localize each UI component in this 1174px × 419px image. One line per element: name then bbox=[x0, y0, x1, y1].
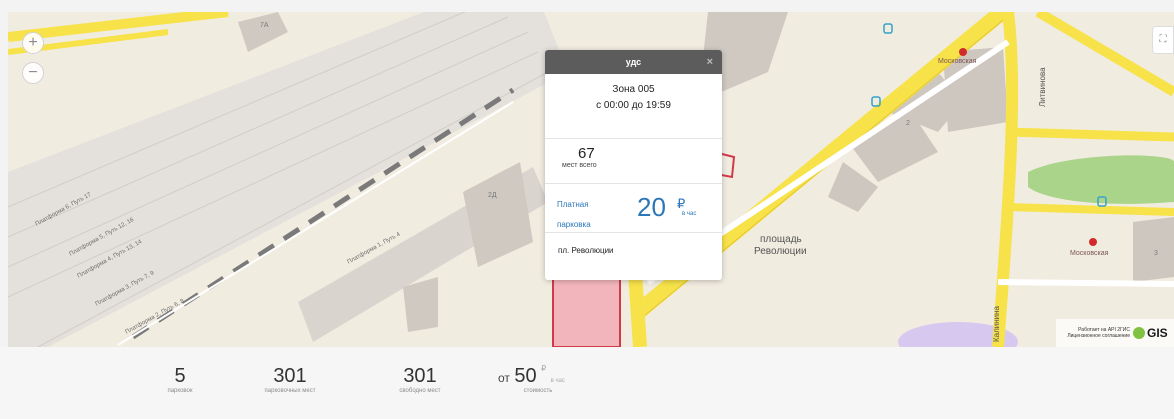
map-attribution[interactable]: Работает на API 2ГИС Лицензионное соглаш… bbox=[1056, 319, 1174, 347]
cost-prefix: от bbox=[498, 371, 510, 385]
close-icon[interactable]: × bbox=[707, 50, 713, 74]
fullscreen-icon[interactable]: ⛶ bbox=[1152, 26, 1174, 54]
stat-value: 301 bbox=[273, 365, 307, 387]
gis-logo-text: GIS bbox=[1147, 326, 1168, 340]
popup-price: Платная парковка 20 ₽ в час bbox=[545, 184, 722, 232]
stat-parkings: 5 парковок bbox=[158, 364, 202, 394]
zone-name: Зона 005 bbox=[612, 84, 655, 95]
stat-cost: от 50 ₽ в час стоимость bbox=[498, 364, 598, 394]
price-value: 20 bbox=[637, 192, 666, 222]
gis-logo: GIS bbox=[1133, 326, 1168, 340]
parking-kind: Платная парковка bbox=[557, 195, 607, 235]
zoom-in-button[interactable]: + bbox=[22, 32, 44, 54]
gis-logo-icon bbox=[1133, 327, 1145, 339]
stat-label: свободно мест bbox=[399, 388, 441, 394]
popup-address: пл. Революции bbox=[558, 246, 614, 255]
stat-free: 301 свободно мест bbox=[368, 364, 472, 394]
stat-value: 301 bbox=[403, 365, 437, 387]
cost-unit: в час bbox=[550, 378, 565, 384]
currency-icon: ₽ bbox=[677, 196, 686, 211]
parking-popup: удс × Зона 005 с 00:00 до 19:59 67 мест … bbox=[545, 50, 722, 280]
parking-kind-line: Платная bbox=[557, 200, 589, 209]
stats-bar: 5 парковок 301 парковочных мест 301 своб… bbox=[0, 347, 1174, 419]
currency-icon: ₽ bbox=[541, 364, 547, 373]
stat-label: стоимость bbox=[523, 388, 553, 394]
popup-header: удс × bbox=[545, 50, 722, 74]
popup-title: удс bbox=[625, 57, 642, 67]
popup-zone-info: Зона 005 с 00:00 до 19:59 bbox=[545, 74, 722, 138]
zoom-out-button[interactable]: − bbox=[22, 62, 44, 84]
stat-value: 5 bbox=[174, 365, 186, 387]
stat-label: парковок bbox=[167, 388, 193, 394]
total-places-value: 67 bbox=[578, 145, 595, 162]
attribution-text[interactable]: Работает на API 2ГИС Лицензионное соглаш… bbox=[1060, 327, 1130, 339]
parking-kind-line: парковка bbox=[557, 220, 591, 229]
map-view[interactable]: Платформа 6, Путь 17 Платформа 5, Путь 1… bbox=[8, 12, 1174, 347]
stat-value: 50 bbox=[514, 365, 537, 387]
zone-hours: с 00:00 до 19:59 bbox=[596, 100, 671, 111]
price-unit: в час bbox=[682, 211, 697, 217]
stat-spaces: 301 парковочных мест bbox=[230, 364, 350, 394]
total-places-label: мест всего bbox=[562, 162, 597, 169]
stat-label: парковочных мест bbox=[264, 388, 316, 394]
popup-places: 67 мест всего bbox=[545, 139, 722, 183]
